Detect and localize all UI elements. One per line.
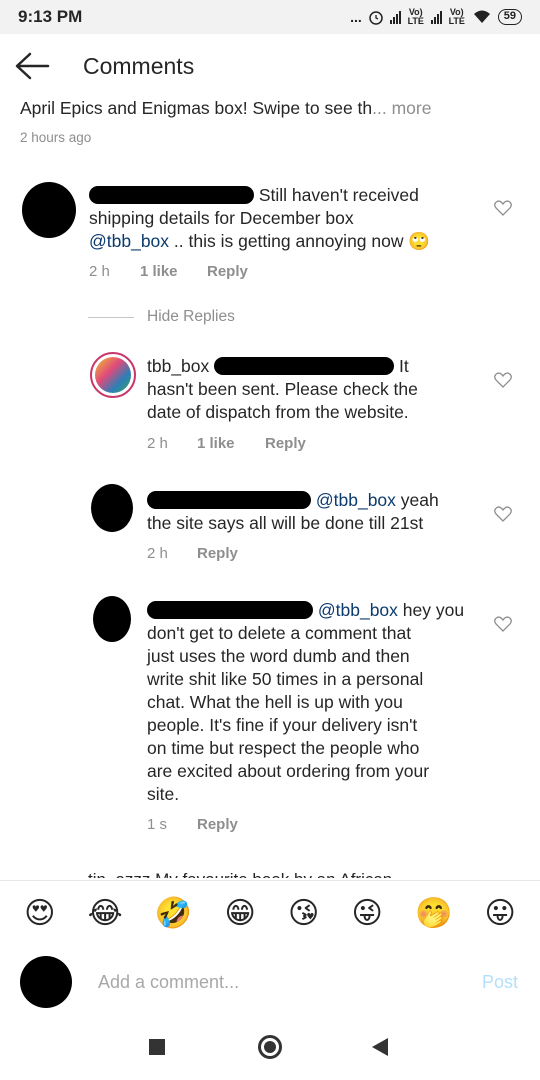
avatar xyxy=(20,956,72,1008)
comment-composer: Post xyxy=(0,946,540,1020)
redacted-username xyxy=(147,601,313,619)
rofl-emoji[interactable]: 🤣 xyxy=(155,896,192,932)
comment-body: Still haven't received xyxy=(258,185,419,205)
battery-indicator: 59 xyxy=(497,9,522,25)
signal-icon xyxy=(430,10,442,24)
comment-time: 2 h xyxy=(89,263,110,280)
redacted-username xyxy=(89,186,254,204)
wink-tongue-emoji[interactable]: 😜 xyxy=(351,896,382,932)
reply-body: write shit like 50 times in a personal xyxy=(147,669,424,689)
comment-body: .. this is getting annoying now xyxy=(169,231,409,251)
system-nav-bar xyxy=(0,1020,540,1080)
tears-of-joy-emoji[interactable]: 😂 xyxy=(88,896,123,932)
reply-body: the site says all will be done till 21st xyxy=(147,513,424,533)
heart-icon[interactable] xyxy=(494,506,512,522)
avatar[interactable] xyxy=(91,484,133,532)
hide-replies[interactable]: Hide Replies xyxy=(88,308,235,326)
page-title: Comments xyxy=(83,53,195,79)
reply-body: site. xyxy=(147,784,180,804)
reply-body: people. It's fine if your delivery isn't xyxy=(147,715,418,735)
reply-time: 1 s xyxy=(147,816,168,833)
comment-text: Still haven't received shipping details … xyxy=(89,184,489,253)
reply-time: 2 h xyxy=(147,435,168,452)
reply-body: just uses the word dumb and then xyxy=(147,646,410,666)
network-label: Vo) LTE xyxy=(448,7,465,26)
more-link[interactable]: ... more xyxy=(372,98,431,118)
divider xyxy=(88,316,134,318)
heart-eyes-emoji[interactable]: 😍 xyxy=(24,896,55,932)
reply-button[interactable]: Reply xyxy=(207,263,248,280)
reply-body: on time but respect the people who xyxy=(147,738,420,758)
reply-button[interactable]: Reply xyxy=(265,435,306,452)
heart-icon[interactable] xyxy=(494,616,512,632)
caption-time: 2 hours ago xyxy=(20,130,92,145)
reply-meta: 2 h Reply xyxy=(147,545,238,562)
status-icons: ... Vo) LTE Vo) LTE 59 xyxy=(350,7,522,27)
avatar[interactable] xyxy=(90,352,136,398)
heart-icon[interactable] xyxy=(494,372,512,388)
kiss-emoji[interactable]: 😘 xyxy=(288,896,319,932)
status-dots: ... xyxy=(350,9,362,25)
partial-comment-text: tin_ozzz My favourite book by an African xyxy=(88,870,392,878)
reply-body: It xyxy=(399,356,409,376)
reply-body: chat. What the hell is up with you xyxy=(147,692,403,712)
comment-input[interactable] xyxy=(98,966,458,998)
avatar[interactable] xyxy=(22,182,76,238)
status-time: 9:13 PM xyxy=(18,7,83,26)
reply-body: don't get to delete a comment that xyxy=(147,623,412,643)
grin-emoji[interactable]: 😁 xyxy=(224,896,255,932)
emoji-quick-bar: 😍 😂 🤣 😁 😘 😜 🤭 😛 xyxy=(0,880,540,946)
status-bar: 9:13 PM ... Vo) LTE Vo) LTE 59 xyxy=(0,0,540,34)
reply-body: date of dispatch from the website. xyxy=(147,402,409,422)
redacted-username xyxy=(147,491,311,509)
reply-button[interactable]: Reply xyxy=(197,545,238,562)
likes-count[interactable]: 1 like xyxy=(197,435,265,452)
eye-roll-emoji: 🙄 xyxy=(408,231,431,251)
reply-meta: 1 s Reply xyxy=(147,816,238,833)
reply-time: 2 h xyxy=(147,545,168,562)
likes-count[interactable]: 1 like xyxy=(140,263,207,280)
reply-body: hey you xyxy=(397,600,465,620)
avatar[interactable] xyxy=(93,596,131,642)
redacted-text xyxy=(214,357,395,375)
header: Comments xyxy=(0,34,540,98)
hide-replies-label[interactable]: Hide Replies xyxy=(147,308,235,326)
network-label: Vo) LTE xyxy=(407,7,424,26)
caption-text: April Epics and Enigmas box! Swipe to se… xyxy=(20,98,373,118)
reply-body: yeah xyxy=(395,490,439,510)
signal-icon xyxy=(389,10,401,24)
back-button[interactable] xyxy=(14,50,50,82)
reply-text: tbb_box It hasn't been sent. Please chec… xyxy=(147,355,487,424)
heart-icon[interactable] xyxy=(494,200,512,216)
reply-body: hasn't been sent. Please check the xyxy=(147,379,418,399)
hand-over-mouth-emoji[interactable]: 🤭 xyxy=(415,896,452,932)
comment-meta: 2 h 1 like Reply xyxy=(89,263,248,280)
reply-body: are excited about ordering from your xyxy=(147,761,430,781)
wifi-icon xyxy=(473,10,490,23)
reply-button[interactable]: Reply xyxy=(197,816,238,833)
tongue-emoji[interactable]: 😛 xyxy=(485,896,516,932)
reply-text: @tbb_box hey you don't get to delete a c… xyxy=(147,599,492,806)
mention-link[interactable]: @tbb_box xyxy=(89,231,169,251)
post-caption: April Epics and Enigmas box! Swipe to se… xyxy=(20,98,431,119)
home-icon[interactable] xyxy=(258,1035,282,1059)
reply-text: @tbb_box yeah the site says all will be … xyxy=(147,489,487,535)
alarm-icon xyxy=(369,11,383,25)
username-link[interactable]: tbb_box xyxy=(147,356,209,376)
mention-link[interactable]: @tbb_box xyxy=(316,490,396,510)
reply-meta: 2 h 1 like Reply xyxy=(147,435,306,452)
mention-link[interactable]: @tbb_box xyxy=(318,600,398,620)
comment-body: shipping details for December box xyxy=(89,208,354,228)
post-button[interactable]: Post xyxy=(482,972,518,993)
next-comment-partial: tin_ozzz My favourite book by an African xyxy=(0,866,540,878)
arrow-left-icon xyxy=(15,52,50,80)
recents-icon[interactable] xyxy=(149,1039,165,1055)
back-triangle-icon[interactable] xyxy=(372,1038,388,1056)
